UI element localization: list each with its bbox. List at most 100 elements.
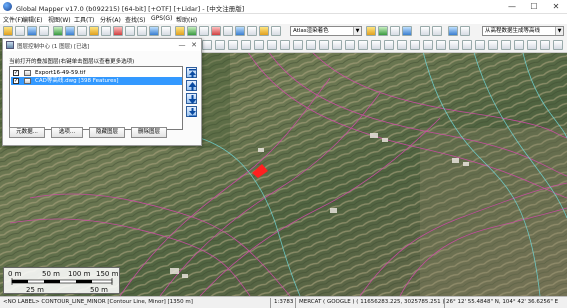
style-icon[interactable]	[514, 40, 524, 50]
metadata-button[interactable]: 元数据...	[9, 127, 45, 138]
layer-list[interactable]: ✓ Export16-49-59.tif ✓ CAD等高线.dwg [398 F…	[9, 66, 183, 130]
zoom-in-icon[interactable]	[125, 26, 135, 36]
menu-gps[interactable]: GPS(G)	[151, 15, 172, 22]
grid-icon[interactable]	[402, 26, 412, 36]
full-view-icon[interactable]	[149, 26, 159, 36]
sun-angle-icon[interactable]	[366, 26, 376, 36]
smooth-icon[interactable]	[436, 40, 446, 50]
copy-icon[interactable]	[384, 40, 394, 50]
minimize-button[interactable]: —	[501, 0, 523, 14]
north-arrow-icon[interactable]	[460, 26, 470, 36]
3d-view-icon[interactable]	[223, 26, 233, 36]
join-line-icon[interactable]	[306, 40, 316, 50]
home-icon[interactable]	[113, 26, 123, 36]
path-profile-icon[interactable]	[199, 26, 209, 36]
shader-select[interactable]: Atlas渲染着色 ▼	[290, 26, 362, 36]
maximize-button[interactable]: ☐	[523, 0, 545, 14]
move-up-button[interactable]	[186, 80, 197, 91]
menu-view[interactable]: 视图(W)	[48, 15, 71, 24]
layer-control-icon	[6, 41, 14, 49]
close-button[interactable]: ✕	[545, 0, 567, 14]
delete-vertex-icon[interactable]	[423, 40, 433, 50]
contrast-icon[interactable]	[378, 26, 388, 36]
app-globe-icon	[3, 2, 12, 11]
zoom-out-icon[interactable]	[137, 26, 147, 36]
buffer-icon[interactable]	[332, 40, 342, 50]
open-folder-icon[interactable]	[3, 26, 13, 36]
attribute-icon[interactable]	[488, 40, 498, 50]
layer-control-dialog: 图层控制中心 (1 图层) [已选] — ✕ 当前打开的叠加图层(右键单击图层以…	[2, 38, 202, 146]
edit-shape-icon[interactable]	[280, 40, 290, 50]
dialog-title-bar[interactable]: 图层控制中心 (1 图层) [已选] — ✕	[3, 39, 201, 51]
layer-control-icon[interactable]	[53, 26, 63, 36]
overlay-icon[interactable]	[89, 26, 99, 36]
add-vertex-icon[interactable]	[410, 40, 420, 50]
menu-tools[interactable]: 工具(T)	[74, 15, 94, 24]
rotate-icon[interactable]	[345, 40, 355, 50]
window-title: Global Mapper v17.0 (b092215) [64-bit] […	[16, 5, 245, 13]
simplify-icon[interactable]	[449, 40, 459, 50]
layer-item-cad-contours[interactable]: ✓ CAD等高线.dwg [398 Features]	[11, 77, 182, 85]
dialog-minimize-button[interactable]: —	[177, 40, 187, 50]
menu-file[interactable]: 文件(F)	[3, 15, 23, 24]
scale-icon[interactable]	[358, 40, 368, 50]
delete-feature-icon[interactable]	[397, 40, 407, 50]
scale-bar: 0 m 50 m 100 m 150 m 25 m 50 m	[3, 267, 120, 294]
move-to-bottom-button[interactable]	[186, 106, 197, 117]
save-edits-icon[interactable]	[553, 40, 563, 50]
layer-checkbox[interactable]: ✓	[13, 78, 19, 84]
menu-help[interactable]: 帮助(H)	[176, 15, 197, 24]
scale-label-100: 100 m	[68, 270, 91, 278]
edit-vertex-icon[interactable]	[420, 26, 430, 36]
move-feature-icon[interactable]	[432, 26, 442, 36]
measure-icon[interactable]	[161, 26, 171, 36]
view-shed-icon[interactable]	[211, 26, 221, 36]
split-line-icon[interactable]	[293, 40, 303, 50]
pan-icon[interactable]	[101, 26, 111, 36]
undo-icon[interactable]	[527, 40, 537, 50]
gps-crosshair-icon[interactable]	[448, 26, 458, 36]
move-to-top-button[interactable]	[186, 67, 197, 78]
create-circle-icon[interactable]	[267, 40, 277, 50]
create-point-icon[interactable]	[241, 40, 251, 50]
create-rectangle-icon[interactable]	[254, 40, 264, 50]
scale-label-50: 50 m	[42, 270, 60, 278]
layer-checkbox[interactable]: ✓	[13, 70, 19, 76]
menu-edit[interactable]: 编辑(E)	[22, 15, 42, 24]
vector-layer-icon	[24, 78, 31, 84]
search-combo-value: 从高程数据生成等高线	[485, 28, 541, 34]
dialog-close-button[interactable]: ✕	[189, 40, 199, 50]
online-data-icon[interactable]	[65, 26, 75, 36]
save-icon[interactable]	[27, 26, 37, 36]
chevron-down-icon: ▼	[353, 27, 361, 35]
options-button[interactable]: 选项...	[51, 127, 83, 138]
crop-icon[interactable]	[319, 40, 329, 50]
menu-bar: 文件(F) 编辑(E) 视图(W) 工具(T) 分析(A) 查找(S) GPS(…	[0, 14, 567, 24]
create-area-icon[interactable]	[215, 40, 225, 50]
search-combo[interactable]: 从高程数据生成等高线 ▼	[482, 26, 564, 36]
scale-label-50-bottom: 50 m	[90, 286, 108, 294]
binoculars-icon[interactable]	[259, 26, 269, 36]
move-down-button[interactable]	[186, 93, 197, 104]
hide-layer-button[interactable]: 隐藏图层	[89, 127, 125, 138]
shader-icon[interactable]	[235, 26, 245, 36]
select-tool-icon[interactable]	[202, 40, 212, 50]
delete-layer-button[interactable]: 删除图层	[131, 127, 167, 138]
layer-item-export-tif[interactable]: ✓ Export16-49-59.tif	[11, 69, 182, 77]
menu-search[interactable]: 查找(S)	[125, 15, 146, 24]
snap-icon[interactable]	[462, 40, 472, 50]
menu-analysis[interactable]: 分析(A)	[100, 15, 121, 24]
open-data-icon[interactable]	[15, 26, 25, 36]
redo-icon[interactable]	[540, 40, 550, 50]
light-icon[interactable]	[247, 26, 257, 36]
digitizer-icon[interactable]	[175, 26, 185, 36]
print-icon[interactable]	[39, 26, 49, 36]
water-level-icon[interactable]	[390, 26, 400, 36]
vertical-exaggeration-icon[interactable]	[271, 26, 281, 36]
config-icon[interactable]	[77, 26, 87, 36]
label-icon[interactable]	[501, 40, 511, 50]
feature-info-icon[interactable]	[187, 26, 197, 36]
move-icon[interactable]	[371, 40, 381, 50]
create-line-icon[interactable]	[228, 40, 238, 50]
trace-icon[interactable]	[475, 40, 485, 50]
